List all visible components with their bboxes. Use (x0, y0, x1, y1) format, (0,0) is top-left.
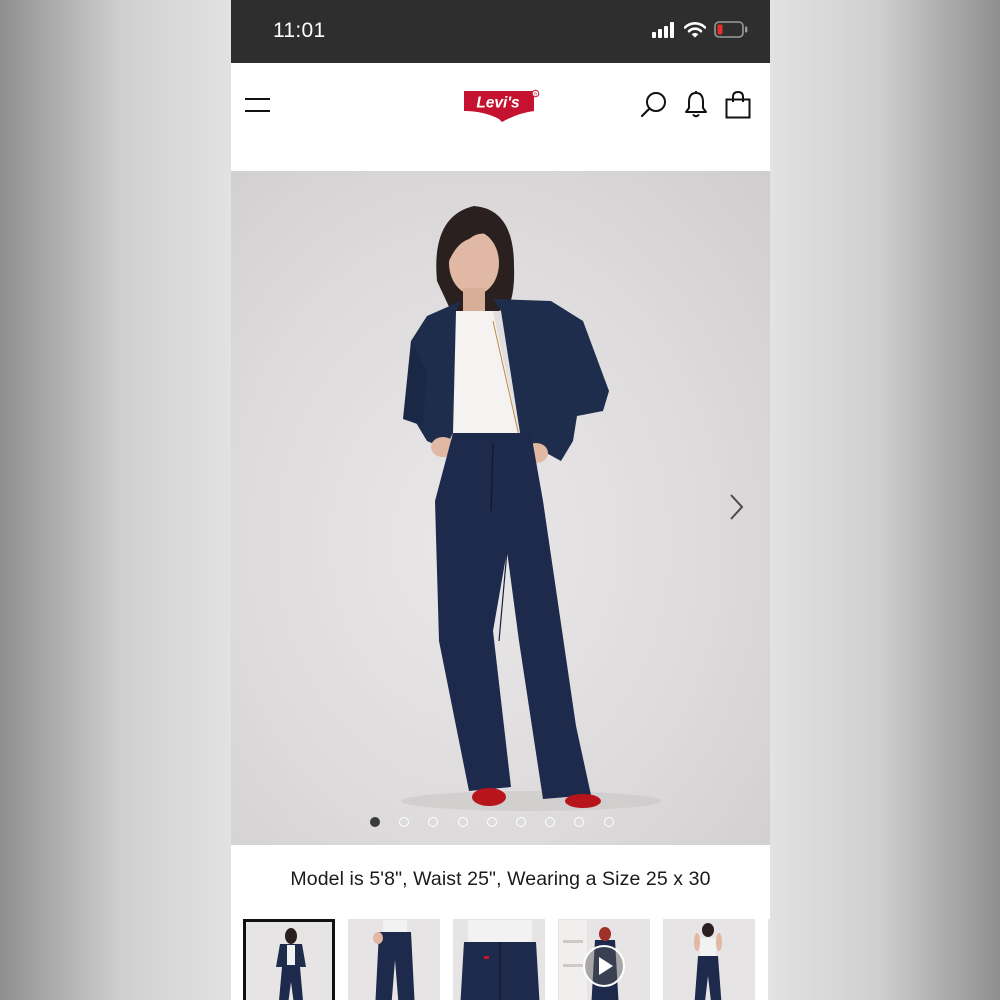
status-icons (652, 21, 748, 43)
cellular-signal-icon (652, 21, 676, 43)
search-icon (640, 92, 666, 118)
carousel-dot[interactable] (515, 817, 526, 827)
menu-icon (245, 98, 270, 112)
cart-button[interactable] (723, 90, 753, 120)
logo-text: Levi's (476, 95, 520, 112)
status-bar: 11:01 (231, 0, 770, 63)
thumbnail-video[interactable] (558, 919, 650, 1000)
thumbnail-partial[interactable] (768, 919, 770, 1000)
chevron-right-icon (730, 494, 744, 520)
bell-icon (685, 91, 707, 118)
carousel-pagination (370, 817, 614, 827)
search-button[interactable] (639, 90, 669, 120)
carousel-dot[interactable] (399, 817, 410, 827)
phone-screen: 11:01 Levi's R Model is 5'8", Waist 25",… (231, 0, 770, 1000)
carousel-dot[interactable] (603, 817, 614, 827)
menu-button[interactable] (243, 91, 273, 119)
model-size-caption: Model is 5'8", Waist 25", Wearing a Size… (290, 868, 711, 890)
carousel-dot[interactable] (545, 817, 556, 827)
thumbnail-front-full[interactable] (243, 919, 335, 1000)
notifications-button[interactable] (681, 90, 711, 120)
product-photo-model-denim-outfit (401, 206, 661, 811)
battery-low-icon (714, 21, 748, 43)
carousel-dot[interactable] (486, 817, 497, 827)
carousel-dot[interactable] (428, 817, 439, 827)
thumbnail-legs-front[interactable] (348, 919, 440, 1000)
carousel-dot[interactable] (370, 817, 380, 827)
next-image-button[interactable] (725, 491, 749, 523)
carousel-dot[interactable] (574, 817, 585, 827)
product-image-carousel[interactable] (231, 171, 770, 845)
thumbnail-strip (243, 919, 770, 1000)
thumbnail-back-full[interactable] (663, 919, 755, 1000)
wifi-icon (683, 21, 707, 43)
shopping-bag-icon (725, 90, 751, 119)
thumbnail-back-pockets[interactable] (453, 919, 545, 1000)
status-time: 11:01 (273, 19, 326, 42)
levis-logo[interactable]: Levi's R (462, 89, 540, 123)
site-header: Levi's R (231, 63, 770, 171)
carousel-dot[interactable] (457, 817, 468, 827)
